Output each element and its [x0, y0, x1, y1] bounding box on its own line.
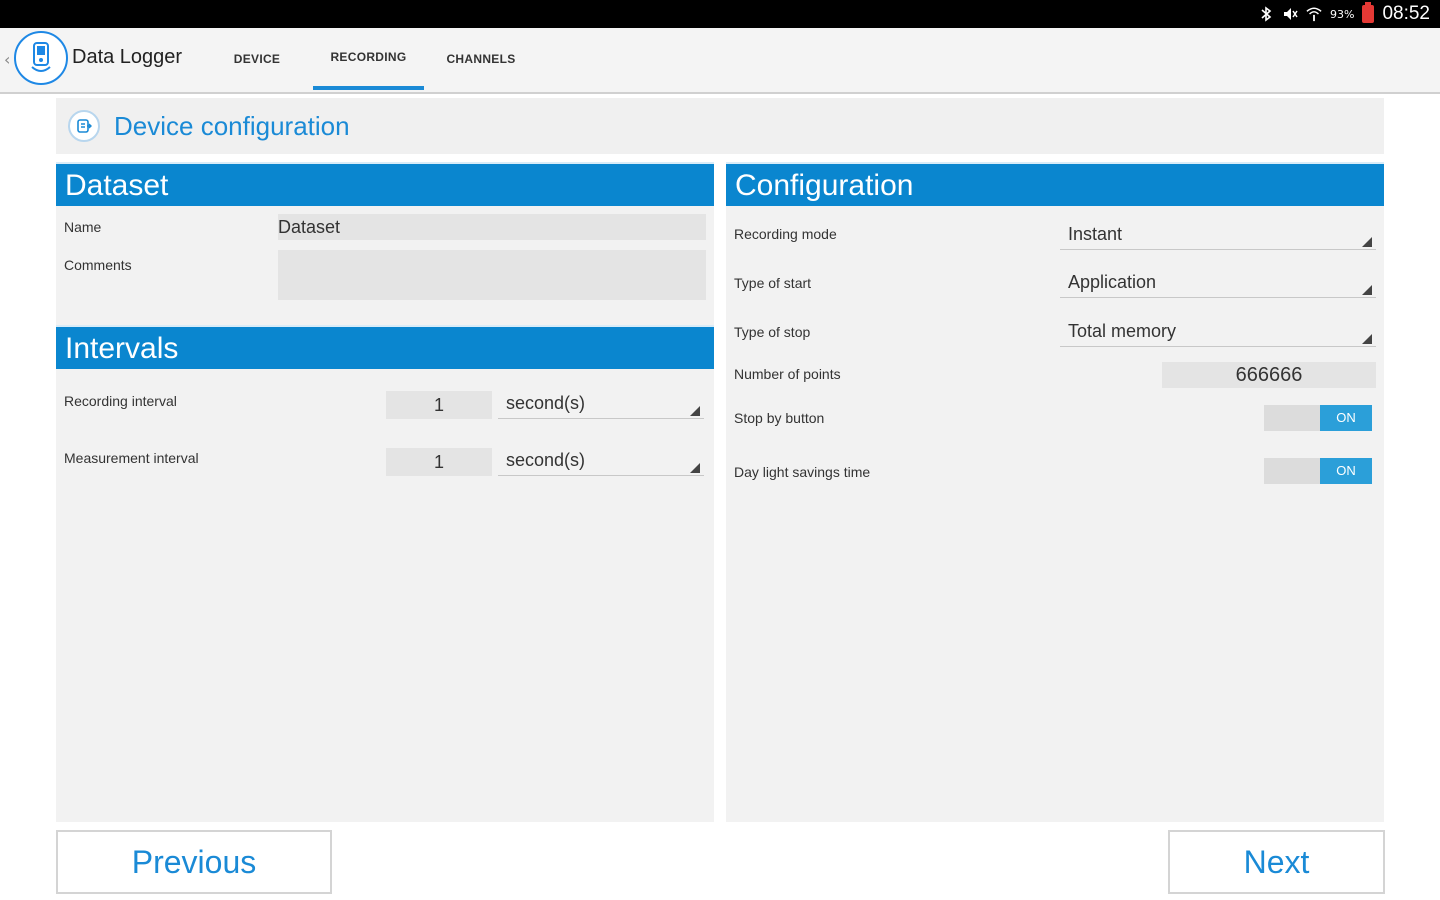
- dst-toggle[interactable]: ON: [1264, 458, 1372, 484]
- type-of-start-select[interactable]: Application: [1060, 268, 1376, 298]
- name-value: Dataset: [278, 217, 341, 237]
- measurement-interval-input[interactable]: 1: [386, 448, 492, 476]
- tab-channels[interactable]: CHANNELS: [432, 28, 530, 90]
- comments-field[interactable]: [278, 250, 706, 300]
- dropdown-arrow-icon: [690, 463, 700, 473]
- dst-state: ON: [1320, 458, 1372, 484]
- dataset-heading: Dataset: [56, 162, 714, 206]
- mute-icon: [1282, 5, 1298, 23]
- tab-recording-label: RECORDING: [330, 50, 407, 64]
- dropdown-arrow-icon: [1362, 237, 1372, 247]
- page-header: Device configuration: [56, 98, 1384, 154]
- measurement-interval-unit: second(s): [506, 450, 586, 470]
- tab-channels-label: CHANNELS: [446, 52, 516, 66]
- measurement-interval-value: 1: [433, 452, 444, 472]
- recording-interval-input[interactable]: 1: [386, 391, 492, 419]
- back-chevron-icon[interactable]: ‹: [4, 50, 10, 69]
- battery-icon: [1362, 2, 1375, 23]
- type-of-start-label: Type of start: [734, 275, 812, 291]
- recording-interval-unit-select[interactable]: second(s): [498, 389, 704, 419]
- recording-interval-label: Recording interval: [64, 393, 177, 409]
- app-logo-icon[interactable]: [14, 31, 68, 85]
- battery-percent: 93%: [1330, 7, 1355, 21]
- right-panel: Configuration Recording mode Instant Typ…: [726, 162, 1384, 822]
- stop-by-button-label: Stop by button: [734, 410, 825, 426]
- type-of-stop-select[interactable]: Total memory: [1060, 317, 1376, 347]
- tab-device-label: DEVICE: [233, 52, 281, 66]
- measurement-interval-unit-select[interactable]: second(s): [498, 446, 704, 476]
- previous-button[interactable]: Previous: [56, 830, 332, 894]
- name-field[interactable]: Dataset: [278, 214, 706, 240]
- dropdown-arrow-icon: [1362, 285, 1372, 295]
- tab-device[interactable]: DEVICE: [212, 28, 302, 90]
- device-config-icon: [68, 110, 100, 142]
- wifi-icon: [1306, 5, 1322, 23]
- page-title: Device configuration: [114, 111, 350, 141]
- left-panel: Dataset Name Dataset Comments Intervals …: [56, 162, 714, 822]
- clock: 08:52: [1382, 3, 1430, 24]
- status-bar: 93% 08:52: [0, 0, 1440, 28]
- previous-button-label: Previous: [131, 843, 257, 880]
- number-of-points-label: Number of points: [734, 366, 841, 382]
- measurement-interval-label: Measurement interval: [64, 450, 199, 466]
- name-label: Name: [64, 219, 102, 235]
- stop-by-button-state: ON: [1320, 405, 1372, 431]
- next-button[interactable]: Next: [1168, 830, 1385, 894]
- recording-interval-value: 1: [433, 395, 444, 415]
- number-of-points-field[interactable]: 666666: [1162, 362, 1376, 388]
- configuration-heading: Configuration: [726, 162, 1384, 206]
- dropdown-arrow-icon: [1362, 334, 1372, 344]
- action-bar: ‹ Data Logger DEVICE RECORDING CHANNELS: [0, 28, 1440, 94]
- comments-label: Comments: [64, 257, 132, 273]
- type-of-stop-label: Type of stop: [734, 324, 811, 340]
- recording-mode-value: Instant: [1068, 224, 1123, 244]
- type-of-stop-value: Total memory: [1068, 321, 1177, 341]
- recording-mode-label: Recording mode: [734, 226, 837, 242]
- bluetooth-icon: [1258, 5, 1274, 23]
- number-of-points-value: 666666: [1235, 364, 1303, 386]
- dropdown-arrow-icon: [690, 406, 700, 416]
- intervals-heading: Intervals: [56, 325, 714, 369]
- recording-interval-unit: second(s): [506, 393, 586, 413]
- next-button-label: Next: [1243, 843, 1310, 880]
- app-title: Data Logger: [72, 46, 183, 68]
- tab-recording[interactable]: RECORDING: [313, 28, 424, 90]
- type-of-start-value: Application: [1068, 272, 1157, 292]
- recording-mode-select[interactable]: Instant: [1060, 220, 1376, 250]
- dst-label: Day light savings time: [734, 464, 871, 480]
- stop-by-button-toggle[interactable]: ON: [1264, 405, 1372, 431]
